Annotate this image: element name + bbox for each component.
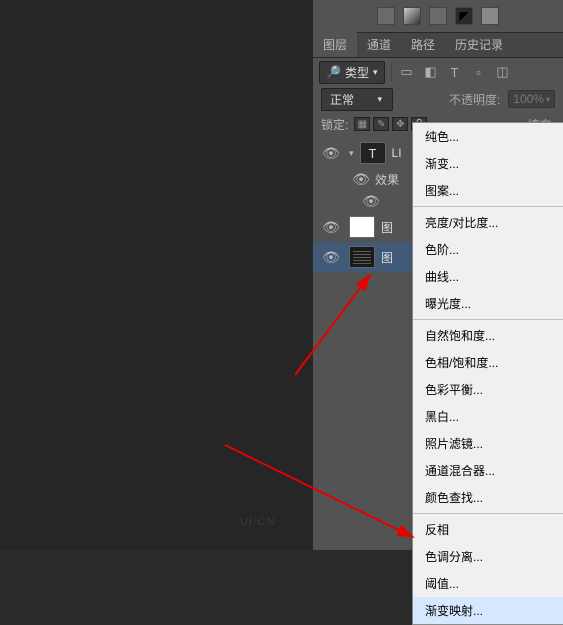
layer-name: 图 (381, 249, 393, 266)
filter-icon-smart[interactable]: ◫ (494, 64, 512, 80)
tool-icon-gradient[interactable] (403, 7, 421, 25)
filter-icon-text[interactable]: T (446, 64, 464, 80)
tool-icon-arrow[interactable]: ◤ (455, 7, 473, 25)
menu-separator (413, 206, 563, 207)
chevron-down-icon: ▾ (373, 67, 378, 78)
menu-vibrance[interactable]: 自然饱和度... (413, 322, 563, 349)
menu-color-balance[interactable]: 色彩平衡... (413, 376, 563, 403)
visibility-eye-icon[interactable]: 👁 (319, 219, 343, 236)
tool-icon[interactable] (377, 7, 395, 25)
menu-color-lookup[interactable]: 颜色查找... (413, 484, 563, 511)
menu-pattern[interactable]: 图案... (413, 177, 563, 204)
layer-thumb-image[interactable] (349, 246, 375, 268)
opacity-label: 不透明度: (449, 91, 500, 108)
tab-channels[interactable]: 通道 (357, 32, 401, 57)
chevron-down-icon: ▾ (546, 95, 550, 104)
menu-separator (413, 513, 563, 514)
blend-row: 正常 ▾ 不透明度: 100% ▾ (313, 86, 563, 112)
tab-paths[interactable]: 路径 (401, 32, 445, 57)
opacity-value[interactable]: 100% ▾ (508, 90, 555, 108)
menu-black-white[interactable]: 黑白... (413, 403, 563, 430)
tool-icon[interactable] (429, 7, 447, 25)
effects-label: 效果 (375, 171, 399, 188)
menu-gradient-map[interactable]: 渐变映射... (413, 597, 563, 624)
menu-hue-saturation[interactable]: 色相/饱和度... (413, 349, 563, 376)
visibility-eye-icon[interactable]: 👁 (351, 171, 371, 188)
visibility-eye-icon[interactable]: 👁 (319, 249, 343, 266)
menu-invert[interactable]: 反相 (413, 516, 563, 543)
panel-tabs: 图层 通道 路径 历史记录 (313, 33, 563, 58)
lock-position-icon[interactable]: ✥ (392, 117, 408, 131)
filter-row: 🔎 类型 ▾ ▭ ◧ T ▫ ◫ (313, 58, 563, 86)
blend-mode-select[interactable]: 正常 ▾ (321, 88, 393, 111)
filter-icon-shape[interactable]: ▫ (470, 64, 488, 80)
visibility-eye-icon[interactable]: 👁 (319, 145, 343, 162)
search-icon: 🔎 (326, 65, 341, 79)
layer-thumb[interactable] (349, 216, 375, 238)
menu-channel-mixer[interactable]: 通道混合器... (413, 457, 563, 484)
top-toolbar: ◤ (313, 0, 563, 33)
layer-name: 图 (381, 219, 393, 236)
filter-icon-image[interactable]: ▭ (398, 64, 416, 80)
menu-photo-filter[interactable]: 照片滤镜... (413, 430, 563, 457)
tab-layers[interactable]: 图层 (313, 32, 357, 57)
menu-solid-color[interactable]: 纯色... (413, 123, 563, 150)
menu-threshold[interactable]: 阈值... (413, 570, 563, 597)
menu-gradient[interactable]: 渐变... (413, 150, 563, 177)
filter-label: 类型 (345, 64, 369, 81)
tool-icon[interactable] (481, 7, 499, 25)
lock-brush-icon[interactable]: ✎ (373, 117, 389, 131)
watermark: UI·CN (240, 516, 276, 528)
expand-chevron-icon[interactable]: ▾ (349, 148, 354, 159)
menu-brightness-contrast[interactable]: 亮度/对比度... (413, 209, 563, 236)
canvas-area[interactable]: UI·CN (0, 0, 312, 550)
tab-history[interactable]: 历史记录 (445, 32, 513, 57)
filter-icon-adjust[interactable]: ◧ (422, 64, 440, 80)
chevron-down-icon: ▾ (377, 94, 382, 105)
blend-mode-value: 正常 (330, 91, 354, 108)
menu-exposure[interactable]: 曝光度... (413, 290, 563, 317)
visibility-eye-icon[interactable]: 👁 (361, 193, 381, 210)
filter-type-select[interactable]: 🔎 类型 ▾ (319, 61, 385, 84)
menu-separator (413, 319, 563, 320)
layer-name: LI (392, 146, 402, 160)
menu-levels[interactable]: 色阶... (413, 236, 563, 263)
divider (391, 63, 392, 81)
layer-thumb-text[interactable]: T (360, 142, 386, 164)
lock-label: 锁定: (321, 116, 348, 133)
menu-posterize[interactable]: 色调分离... (413, 543, 563, 570)
menu-curves[interactable]: 曲线... (413, 263, 563, 290)
lock-pixels-icon[interactable]: ▦ (354, 117, 370, 131)
